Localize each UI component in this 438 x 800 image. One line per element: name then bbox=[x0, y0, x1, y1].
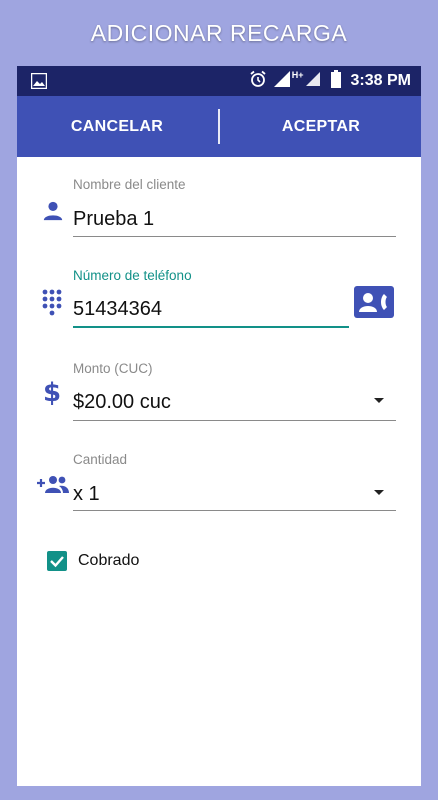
charged-checkbox[interactable] bbox=[47, 551, 67, 571]
client-name-label: Nombre del cliente bbox=[73, 177, 186, 192]
signal-icon-2 bbox=[305, 71, 321, 92]
amount-field[interactable]: Monto (CUC) $ $20.00 cuc bbox=[17, 358, 421, 428]
client-name-underline bbox=[73, 236, 396, 237]
dialpad-icon bbox=[41, 288, 63, 321]
status-bar: H+ 3:38 PM bbox=[17, 66, 421, 96]
app-bar-divider bbox=[218, 109, 220, 144]
amount-select[interactable]: $20.00 cuc bbox=[73, 391, 171, 414]
quantity-select[interactable]: x 1 bbox=[73, 483, 100, 506]
dollar-icon: $ bbox=[43, 378, 62, 408]
network-type-label: H+ bbox=[291, 70, 304, 80]
phone-field[interactable]: Número de teléfono 51434364 bbox=[17, 266, 421, 336]
alarm-icon bbox=[249, 70, 267, 93]
quantity-label: Cantidad bbox=[73, 452, 128, 467]
amount-label: Monto (CUC) bbox=[73, 361, 153, 376]
status-time: 3:38 PM bbox=[350, 72, 411, 89]
image-notification-icon bbox=[30, 72, 48, 94]
phone-screen: H+ 3:38 PM CANCELAR ACEPTAR Nombre del c… bbox=[17, 66, 421, 786]
promo-title: ADICIONAR RECARGA bbox=[90, 20, 348, 46]
app-bar: CANCELAR ACEPTAR bbox=[17, 96, 421, 157]
client-name-field[interactable]: Nombre del cliente Prueba 1 bbox=[17, 174, 421, 244]
signal-icon bbox=[273, 70, 291, 93]
phone-label: Número de teléfono bbox=[73, 268, 192, 283]
amount-dropdown-arrow[interactable] bbox=[374, 398, 384, 403]
client-name-input[interactable]: Prueba 1 bbox=[73, 208, 154, 231]
check-icon bbox=[50, 556, 64, 568]
amount-underline bbox=[73, 420, 396, 421]
accept-button[interactable]: ACEPTAR bbox=[221, 96, 421, 157]
person-icon bbox=[42, 200, 64, 227]
quantity-dropdown-arrow[interactable] bbox=[374, 490, 384, 495]
charged-label: Cobrado bbox=[78, 552, 140, 569]
contacts-icon[interactable] bbox=[354, 286, 394, 323]
battery-icon bbox=[330, 69, 341, 93]
phone-input[interactable]: 51434364 bbox=[73, 298, 162, 321]
phone-underline bbox=[73, 326, 349, 328]
quantity-field[interactable]: Cantidad x 1 bbox=[17, 450, 421, 520]
add-group-icon bbox=[37, 474, 69, 499]
quantity-underline bbox=[73, 510, 396, 511]
cancel-button[interactable]: CANCELAR bbox=[17, 96, 217, 157]
